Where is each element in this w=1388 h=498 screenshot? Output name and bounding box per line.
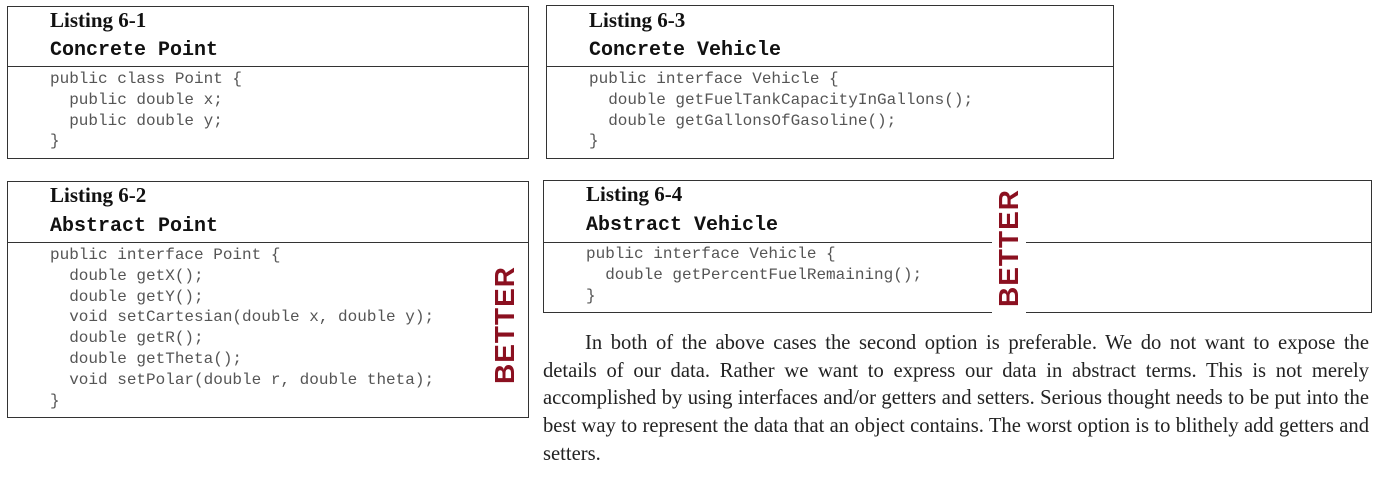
code-line: double getFuelTankCapacityInGallons(); bbox=[589, 90, 974, 109]
listing-title: Listing 6-3 bbox=[589, 8, 686, 32]
listing-title: Listing 6-4 bbox=[586, 182, 683, 206]
listing-subtitle: Concrete Vehicle bbox=[589, 39, 782, 62]
listing-subtitle: Abstract Point bbox=[50, 215, 219, 238]
listing-subtitle: Abstract Vehicle bbox=[586, 214, 779, 237]
listing-top-rule bbox=[7, 181, 529, 182]
code-line: public interface Vehicle { bbox=[589, 70, 839, 88]
code-line: public interface Point { bbox=[50, 246, 281, 264]
code-line: public interface Vehicle { bbox=[586, 245, 836, 263]
code-line: double getY(); bbox=[50, 287, 204, 306]
code-block: public interface Point { double getX(); … bbox=[50, 245, 434, 411]
listing-6-2: Listing 6-2 Abstract Point public interf… bbox=[7, 181, 529, 418]
code-line: public class Point { bbox=[50, 70, 243, 88]
code-line: double getTheta(); bbox=[50, 349, 243, 368]
listing-separator bbox=[544, 242, 1371, 243]
code-line: public double y; bbox=[50, 111, 223, 130]
code-line: } bbox=[50, 132, 60, 151]
listing-separator bbox=[8, 66, 528, 67]
code-line: void setPolar(double r, double theta); bbox=[50, 370, 435, 389]
listing-title: Listing 6-2 bbox=[50, 183, 147, 207]
code-line: double getPercentFuelRemaining(); bbox=[586, 265, 923, 284]
listing-top-rule bbox=[546, 5, 1114, 6]
listing-separator bbox=[8, 242, 528, 243]
code-line: double getGallonsOfGasoline(); bbox=[589, 111, 897, 130]
body-paragraph: In both of the above cases the second op… bbox=[543, 332, 1369, 465]
listing-subtitle: Concrete Point bbox=[50, 39, 219, 62]
listing-separator bbox=[547, 66, 1113, 67]
listing-6-3: Listing 6-3 Concrete Vehicle public inte… bbox=[546, 5, 1114, 159]
code-line: double getR(); bbox=[50, 329, 204, 348]
code-line: double getX(); bbox=[50, 266, 204, 285]
code-block: public interface Vehicle { double getFue… bbox=[589, 69, 973, 152]
listing-top-rule bbox=[7, 6, 529, 7]
code-block: public class Point { public double x; pu… bbox=[50, 69, 242, 152]
better-label-point: BETTER bbox=[488, 260, 522, 390]
listing-top-rule bbox=[543, 180, 1372, 181]
code-line: } bbox=[586, 286, 596, 305]
listing-6-1: Listing 6-1 Concrete Point public class … bbox=[7, 6, 529, 159]
code-line: } bbox=[50, 391, 60, 410]
code-line: public double x; bbox=[50, 90, 223, 109]
code-block: public interface Vehicle { double getPer… bbox=[586, 244, 922, 306]
better-label-vehicle: BETTER bbox=[992, 183, 1026, 313]
code-line: void setCartesian(double x, double y); bbox=[50, 308, 435, 327]
listing-title: Listing 6-1 bbox=[50, 8, 147, 32]
listing-6-4: Listing 6-4 Abstract Vehicle public inte… bbox=[543, 180, 1372, 313]
code-line: } bbox=[589, 132, 599, 151]
